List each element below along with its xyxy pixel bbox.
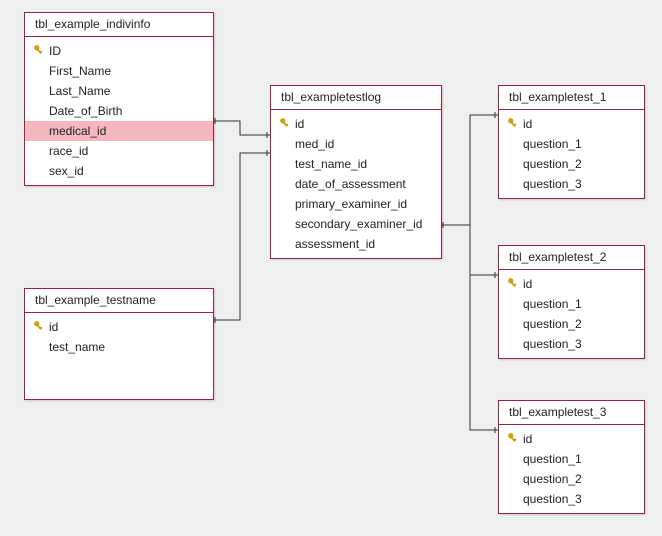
field-name: id <box>49 318 203 336</box>
primary-key-icon <box>33 320 45 332</box>
table-indivinfo[interactable]: tbl_example_indivinfo ID First_Name Last_N… <box>24 12 214 186</box>
key-column <box>507 430 523 448</box>
field-name: date_of_assessment <box>295 175 431 193</box>
field-name: test_name_id <box>295 155 431 173</box>
pk-field[interactable]: id <box>499 274 644 294</box>
field-name: assessment_id <box>295 235 431 253</box>
pk-field[interactable]: id <box>25 317 213 337</box>
field-name: question_1 <box>523 295 634 313</box>
field-name: First_Name <box>49 62 203 80</box>
field-name: question_3 <box>523 490 634 508</box>
field-name: id <box>295 115 431 133</box>
field[interactable]: question_1 <box>499 294 644 314</box>
table-testlog[interactable]: tbl_exampletestlog id med_id test_name_idd… <box>270 85 442 259</box>
field-name: ID <box>49 42 203 60</box>
table-title: tbl_exampletest_1 <box>499 86 644 110</box>
field-name: question_2 <box>523 315 634 333</box>
table-fields: id question_1 question_2 question_3 <box>499 110 644 198</box>
er-diagram-canvas: { "tables": { "indivinfo": { "title": "t… <box>0 0 662 536</box>
field-name: id <box>523 275 634 293</box>
primary-key-icon <box>507 432 519 444</box>
table-title: tbl_exampletest_3 <box>499 401 644 425</box>
field[interactable]: question_3 <box>499 334 644 354</box>
field[interactable]: question_2 <box>499 314 644 334</box>
field[interactable]: question_1 <box>499 449 644 469</box>
field[interactable]: Date_of_Birth <box>25 101 213 121</box>
primary-key-icon <box>279 117 291 129</box>
field[interactable]: primary_examiner_id <box>271 194 441 214</box>
table-title: tbl_example_testname <box>25 289 213 313</box>
table-title: tbl_example_indivinfo <box>25 13 213 37</box>
table-testname[interactable]: tbl_example_testname id test_name <box>24 288 214 400</box>
field-name: Date_of_Birth <box>49 102 203 120</box>
field-name: id <box>523 115 634 133</box>
field-name: Last_Name <box>49 82 203 100</box>
field[interactable]: secondary_examiner_id <box>271 214 441 234</box>
field-name: question_3 <box>523 175 634 193</box>
field-name: secondary_examiner_id <box>295 215 431 233</box>
field[interactable]: First_Name <box>25 61 213 81</box>
pk-field[interactable]: id <box>271 114 441 134</box>
table-exampletest-2[interactable]: tbl_exampletest_2 id question_1 question_2… <box>498 245 645 359</box>
field[interactable]: medical_id <box>25 121 213 141</box>
field-name: race_id <box>49 142 203 160</box>
table-title: tbl_exampletest_2 <box>499 246 644 270</box>
primary-key-icon <box>507 277 519 289</box>
key-column <box>507 275 523 293</box>
key-column <box>507 115 523 133</box>
key-column <box>279 115 295 133</box>
table-exampletest-1[interactable]: tbl_exampletest_1 id question_1 question_2… <box>498 85 645 199</box>
table-fields: id test_name <box>25 313 213 361</box>
field-name: question_2 <box>523 155 634 173</box>
key-column <box>33 318 49 336</box>
field[interactable]: date_of_assessment <box>271 174 441 194</box>
primary-key-icon <box>33 44 45 56</box>
table-fields: ID First_Name Last_Name Date_of_Birthmedica… <box>25 37 213 185</box>
field-name: medical_id <box>49 122 203 140</box>
field[interactable]: question_2 <box>499 154 644 174</box>
pk-field[interactable]: ID <box>25 41 213 61</box>
field[interactable]: test_name_id <box>271 154 441 174</box>
field-name: test_name <box>49 338 203 356</box>
field[interactable]: assessment_id <box>271 234 441 254</box>
field[interactable]: race_id <box>25 141 213 161</box>
key-column <box>33 42 49 60</box>
field[interactable]: question_3 <box>499 174 644 194</box>
field-name: question_2 <box>523 470 634 488</box>
pk-field[interactable]: id <box>499 114 644 134</box>
table-title: tbl_exampletestlog <box>271 86 441 110</box>
field[interactable]: question_3 <box>499 489 644 509</box>
field[interactable]: question_1 <box>499 134 644 154</box>
table-exampletest-3[interactable]: tbl_exampletest_3 id question_1 question_2… <box>498 400 645 514</box>
field-name: question_3 <box>523 335 634 353</box>
table-fields: id med_id test_name_id date_of_assessmentpr… <box>271 110 441 258</box>
field-name: sex_id <box>49 162 203 180</box>
field-name: primary_examiner_id <box>295 195 431 213</box>
table-fields: id question_1 question_2 question_3 <box>499 270 644 358</box>
field[interactable]: sex_id <box>25 161 213 181</box>
field[interactable]: test_name <box>25 337 213 357</box>
pk-field[interactable]: id <box>499 429 644 449</box>
field[interactable]: med_id <box>271 134 441 154</box>
table-fields: id question_1 question_2 question_3 <box>499 425 644 513</box>
field-name: id <box>523 430 634 448</box>
field[interactable]: question_2 <box>499 469 644 489</box>
field-name: question_1 <box>523 135 634 153</box>
field-name: question_1 <box>523 450 634 468</box>
field-name: med_id <box>295 135 431 153</box>
field[interactable]: Last_Name <box>25 81 213 101</box>
primary-key-icon <box>507 117 519 129</box>
